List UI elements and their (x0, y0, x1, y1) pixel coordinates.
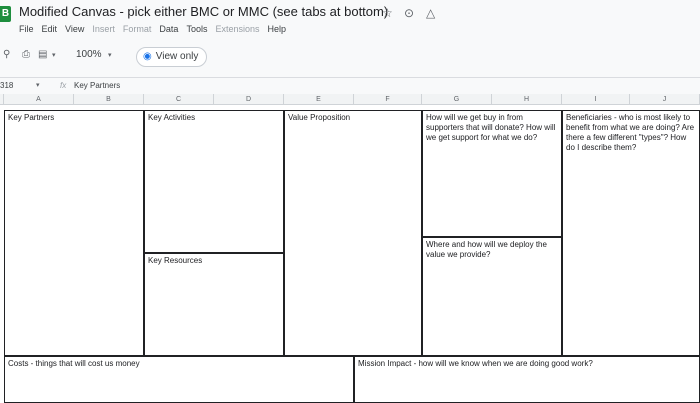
spreadsheet-grid[interactable]: A B C D E F G H I J Key Partners Key Act… (0, 94, 700, 403)
eye-icon: ◉ (143, 51, 152, 62)
column-header-g[interactable]: G (422, 94, 492, 105)
column-header-a[interactable]: A (4, 94, 74, 105)
menu-bar: File Edit View Insert Format Data Tools … (19, 24, 286, 34)
column-header-i[interactable]: I (562, 94, 630, 105)
cell-key-partners[interactable]: Key Partners (4, 110, 144, 356)
formula-bar: 318 ▾ fx Key Partners (0, 77, 700, 95)
filter-views-icon[interactable]: ▤ (38, 49, 47, 60)
column-header-e[interactable]: E (284, 94, 354, 105)
cell-key-resources[interactable]: Key Resources (144, 253, 284, 356)
menu-insert[interactable]: Insert (92, 24, 115, 34)
print-icon[interactable]: ⎙ (22, 49, 30, 60)
cell-mission-impact[interactable]: Mission Impact - how will we know when w… (354, 356, 700, 403)
column-header-f[interactable]: F (354, 94, 422, 105)
cloud-status-icon[interactable]: △ (426, 6, 435, 20)
move-to-folder-icon[interactable]: ⊙ (404, 6, 414, 20)
fx-icon: fx (60, 81, 67, 90)
cell-buy-in[interactable]: How will we get buy in from supporters t… (422, 110, 562, 237)
zoom-select[interactable]: 100% (76, 49, 102, 60)
cell-beneficiaries[interactable]: Beneficiaries - who is most likely to be… (562, 110, 700, 356)
name-box-chevron-icon[interactable]: ▾ (36, 81, 40, 89)
menu-data[interactable]: Data (159, 24, 178, 34)
key-activities-label: Key Activities (148, 113, 196, 122)
costs-label: Costs - things that will cost us money (8, 359, 140, 368)
mission-impact-label: Mission Impact - how will we know when w… (358, 359, 593, 368)
cell-costs[interactable]: Costs - things that will cost us money (4, 356, 354, 403)
zoom-chevron-icon[interactable]: ▾ (108, 51, 112, 59)
menu-tools[interactable]: Tools (186, 24, 207, 34)
menu-file[interactable]: File (19, 24, 34, 34)
view-only-label: View only (155, 51, 199, 62)
menu-format[interactable]: Format (123, 24, 152, 34)
column-header-d[interactable]: D (214, 94, 284, 105)
deploy-label: Where and how will we deploy the value w… (426, 240, 547, 259)
key-resources-label: Key Resources (148, 256, 203, 265)
toolbar: ⚲ ⎙ ▤ ▾ 100% ▾ ◉ View only (0, 45, 700, 69)
value-proposition-label: Value Proposition (288, 113, 351, 122)
beneficiaries-label: Beneficiaries - who is most likely to be… (566, 113, 695, 152)
star-icon[interactable]: ☆ (382, 6, 393, 20)
cell-value-proposition[interactable]: Value Proposition (284, 110, 422, 356)
document-title[interactable]: Modified Canvas - pick either BMC or MMC… (19, 4, 388, 19)
menu-extensions[interactable]: Extensions (215, 24, 259, 34)
buy-in-label: How will we get buy in from supporters t… (426, 113, 556, 142)
view-only-button[interactable]: ◉ View only (136, 47, 208, 67)
menu-view[interactable]: View (65, 24, 84, 34)
cell-deploy[interactable]: Where and how will we deploy the value w… (422, 237, 562, 356)
name-box[interactable]: 318 (0, 81, 13, 90)
key-partners-label: Key Partners (8, 113, 55, 122)
column-header-c[interactable]: C (144, 94, 214, 105)
column-header-h[interactable]: H (492, 94, 562, 105)
chevron-down-icon[interactable]: ▾ (52, 51, 56, 59)
cell-key-activities[interactable]: Key Activities (144, 110, 284, 253)
formula-input[interactable]: Key Partners (74, 81, 120, 90)
search-icon[interactable]: ⚲ (3, 49, 10, 60)
column-header-b[interactable]: B (74, 94, 144, 105)
column-header-j[interactable]: J (630, 94, 700, 105)
sheets-logo[interactable]: B (0, 6, 11, 22)
menu-edit[interactable]: Edit (42, 24, 58, 34)
menu-help[interactable]: Help (267, 24, 286, 34)
